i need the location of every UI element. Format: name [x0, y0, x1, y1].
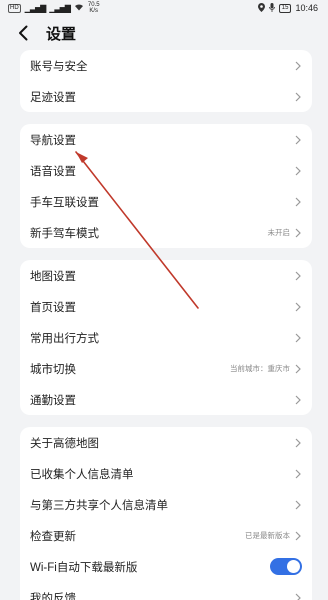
status-bar-right: 15 10:46 [257, 2, 318, 14]
settings-row-novice-mode[interactable]: 新手驾车模式 未开启 [20, 217, 312, 248]
signal-icon-2: ▁▃▅▇ [49, 3, 71, 13]
settings-row-city-switch[interactable]: 城市切换 当前城市：重庆市 [20, 353, 312, 384]
battery-icon: 15 [278, 3, 292, 13]
chevron-right-icon [294, 61, 302, 71]
row-value: 未开启 [267, 228, 291, 237]
location-icon [257, 2, 265, 14]
row-label: 我的反馈 [30, 592, 76, 600]
row-label: 检查更新 [30, 530, 76, 543]
nav-bar: 设置 [0, 16, 328, 50]
settings-group-account: 账号与安全 足迹设置 [20, 50, 312, 112]
settings-row-shared-info[interactable]: 与第三方共享个人信息清单 [20, 489, 312, 520]
settings-row-home[interactable]: 首页设置 [20, 291, 312, 322]
page-title: 设置 [46, 25, 77, 43]
settings-row-about[interactable]: 关于高德地图 [20, 427, 312, 458]
row-label: 通勤设置 [30, 394, 76, 407]
row-label: 新手驾车模式 [30, 227, 99, 240]
chevron-right-icon [294, 395, 302, 405]
chevron-right-icon [294, 469, 302, 479]
wifi-auto-download-toggle[interactable] [270, 558, 302, 575]
row-label: 已收集个人信息清单 [30, 468, 134, 481]
chevron-right-icon [294, 271, 302, 281]
toggle-knob [287, 560, 300, 573]
row-label: 常用出行方式 [30, 332, 99, 345]
settings-group-map: 地图设置 首页设置 常用出行方式 城市切换 当前城市：重庆市 通勤设置 [20, 260, 312, 415]
settings-row-check-update[interactable]: 检查更新 已是最新版本 [20, 520, 312, 551]
chevron-right-icon [294, 228, 302, 238]
settings-row-voice[interactable]: 语音设置 [20, 155, 312, 186]
settings-group-about: 关于高德地图 已收集个人信息清单 与第三方共享个人信息清单 检查更新 已是最新版… [20, 427, 312, 600]
settings-row-navigation[interactable]: 导航设置 [20, 124, 312, 155]
signal-icon: ▁▃▅▇ [24, 3, 47, 13]
chevron-right-icon [294, 135, 302, 145]
chevron-right-icon [294, 333, 302, 343]
status-bar-left: HD ▁▃▅▇ ▁▃▅▇ 70.5 K/s [8, 2, 100, 14]
row-label: 手车互联设置 [30, 196, 99, 209]
settings-row-collected-info[interactable]: 已收集个人信息清单 [20, 458, 312, 489]
settings-row-travel-mode[interactable]: 常用出行方式 [20, 322, 312, 353]
status-bar: HD ▁▃▅▇ ▁▃▅▇ 70.5 K/s 15 10:46 [0, 0, 328, 16]
chevron-right-icon [294, 593, 302, 600]
settings-row-car-link[interactable]: 手车互联设置 [20, 186, 312, 217]
row-label: 关于高德地图 [30, 437, 99, 450]
row-label: 首页设置 [30, 301, 76, 314]
row-label: 语音设置 [30, 165, 76, 178]
hd-badge: HD [8, 3, 21, 13]
settings-row-wifi-auto-download: Wi-Fi自动下载最新版 [20, 551, 312, 582]
row-label: 账号与安全 [30, 60, 88, 73]
chevron-right-icon [294, 302, 302, 312]
chevron-right-icon [294, 197, 302, 207]
settings-row-footprint[interactable]: 足迹设置 [20, 81, 312, 112]
wifi-icon [74, 3, 84, 13]
network-speed: 70.5 K/s [87, 2, 100, 14]
row-label: 地图设置 [30, 270, 76, 283]
row-value: 已是最新版本 [245, 531, 290, 540]
chevron-right-icon [294, 92, 302, 102]
chevron-right-icon [294, 364, 302, 374]
row-label: Wi-Fi自动下载最新版 [30, 561, 138, 574]
settings-row-map[interactable]: 地图设置 [20, 260, 312, 291]
row-label: 足迹设置 [30, 91, 76, 104]
settings-group-navigation: 导航设置 语音设置 手车互联设置 新手驾车模式 未开启 [20, 124, 312, 248]
row-label: 城市切换 [30, 363, 76, 376]
row-label: 与第三方共享个人信息清单 [30, 499, 168, 512]
chevron-right-icon [294, 166, 302, 176]
settings-row-feedback[interactable]: 我的反馈 [20, 582, 312, 600]
back-icon[interactable] [14, 24, 32, 42]
microphone-icon [268, 2, 275, 14]
settings-row-commute[interactable]: 通勤设置 [20, 384, 312, 415]
chevron-right-icon [294, 500, 302, 510]
status-time: 10:46 [295, 3, 318, 13]
settings-row-account-security[interactable]: 账号与安全 [20, 50, 312, 81]
chevron-right-icon [294, 438, 302, 448]
row-value: 当前城市：重庆市 [230, 364, 290, 373]
row-label: 导航设置 [30, 134, 76, 147]
chevron-right-icon [294, 531, 302, 541]
